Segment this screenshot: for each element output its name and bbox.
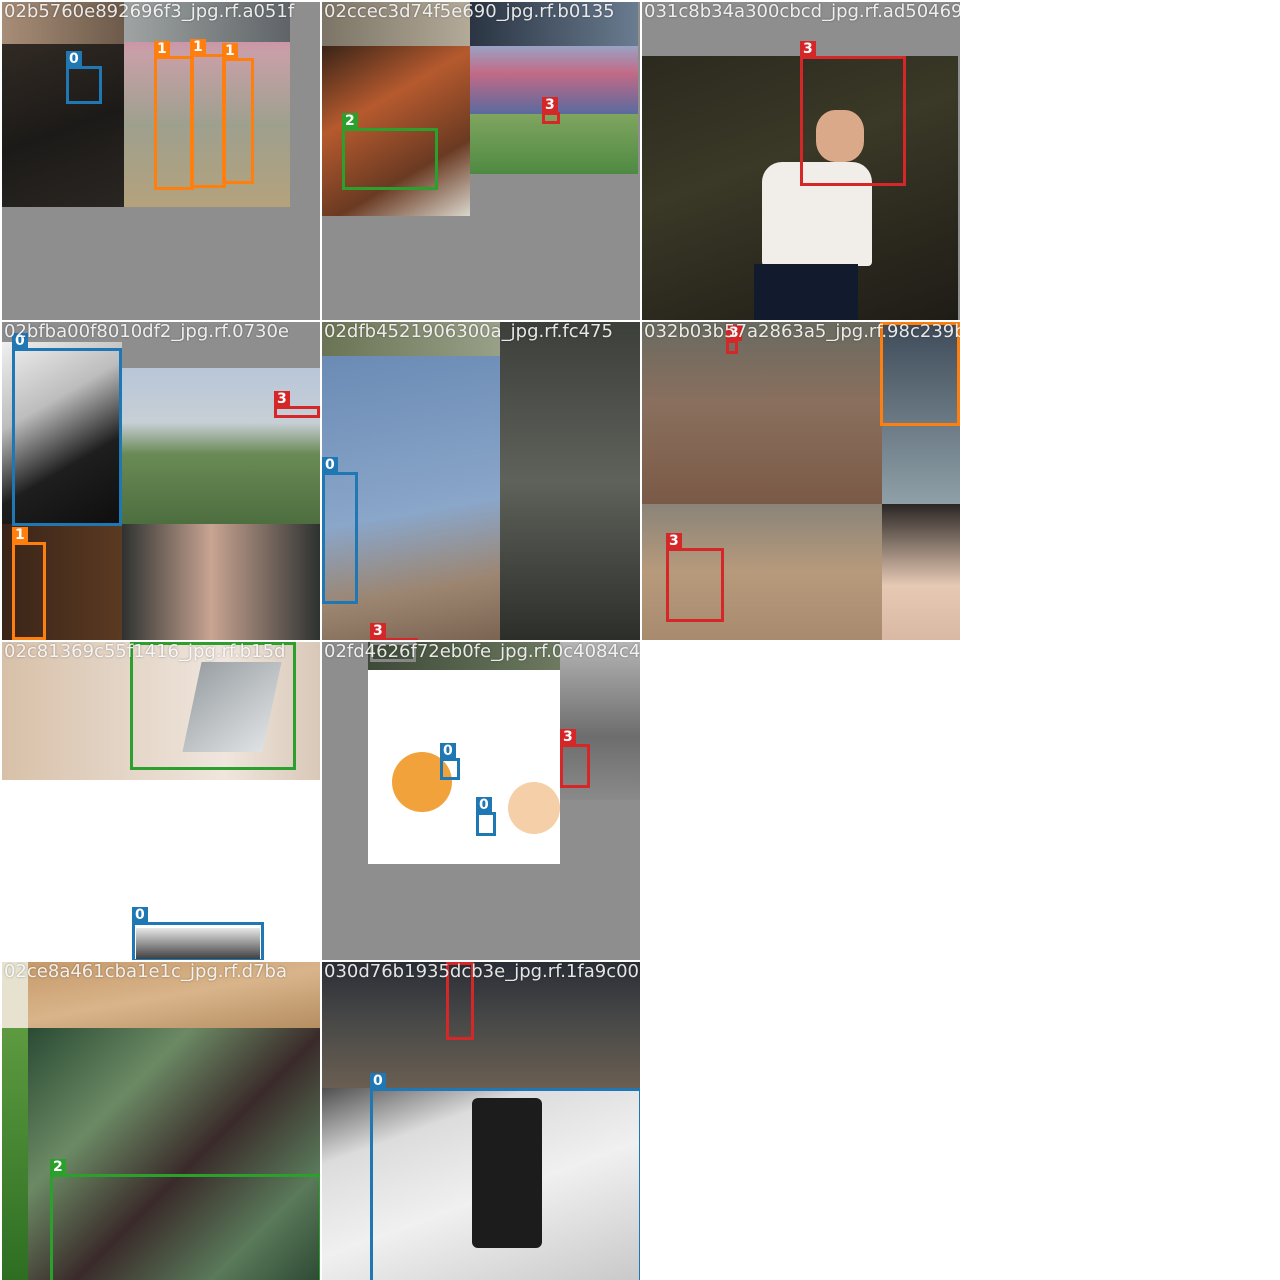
- class-label: 1: [154, 41, 170, 57]
- bounding-box: 3: [800, 41, 906, 186]
- bounding-box: 3: [370, 623, 418, 640]
- bounding-box: 0: [440, 743, 460, 780]
- tile-image: 3 1 3 032b03b57a2863a5_jpg.rf.98c239b5e0…: [642, 322, 960, 640]
- scene-photo: [2, 962, 28, 1028]
- bounding-box: 0: [12, 333, 122, 526]
- class-label: 0: [476, 797, 492, 813]
- class-label: 3: [666, 533, 682, 549]
- class-label: 3: [446, 962, 462, 963]
- tile-image: 0 3 02dfb4521906300a_jpg.rf.fc475: [322, 322, 640, 640]
- class-label: 3: [726, 325, 742, 341]
- class-label: 0: [440, 743, 456, 759]
- bounding-box: 3: [446, 962, 474, 1040]
- bounding-box: 3: [726, 325, 742, 354]
- bounding-box: 1: [222, 43, 254, 184]
- mosaic-grid: 0 1 1 1 02b5760e892696f3_jpg.rf.a051f 2 …: [0, 0, 1280, 1280]
- scene-photo: [2, 2, 124, 44]
- scene-photo: [470, 2, 638, 46]
- scene-photo: [882, 504, 960, 640]
- scene-photo: [500, 322, 640, 640]
- bounding-box: 3: [542, 97, 560, 124]
- bounding-box: 1: [12, 527, 46, 640]
- bounding-box: 2: [342, 113, 438, 190]
- bounding-box: 1: [190, 39, 226, 188]
- tile-image: 3 0 030d76b1935dcb3e_jpg.rf.1fa9c0077972…: [322, 962, 640, 1280]
- tile-image: 2 02ce8a461cba1e1c_jpg.rf.d7ba: [2, 962, 320, 1280]
- class-label: 0: [66, 51, 82, 67]
- person-figure: [754, 264, 858, 320]
- bounding-box: 3: [274, 391, 320, 418]
- class-label: 2: [50, 1159, 66, 1175]
- class-label: 0: [132, 907, 148, 923]
- scene-photo: [124, 2, 290, 42]
- tile-image: 0 3 1 02bfba00f8010df2_jpg.rf.0730e: [2, 322, 320, 640]
- scene-photo: [322, 2, 470, 46]
- bounding-box: 1: [154, 41, 194, 190]
- class-label: 1: [880, 322, 896, 323]
- scene-photo: [122, 368, 320, 524]
- image-filename: 031c8b34a300cbcd_jpg.rf.ad5046956f9707a8: [644, 2, 960, 22]
- bounding-box: 0: [132, 907, 264, 960]
- tile-image: 0 0 3 02fd4626f72eb0fe_jpg.rf.0c4084c468…: [322, 642, 640, 960]
- scene-photo: [642, 322, 882, 504]
- class-label: [370, 642, 376, 643]
- bounding-box: 0: [370, 1073, 640, 1280]
- scene-photo: [322, 962, 640, 1088]
- class-label: 3: [370, 623, 386, 639]
- bounding-box: 3: [666, 533, 724, 622]
- image-filename: 02bfba00f8010df2_jpg.rf.0730e: [4, 322, 289, 342]
- scene-photo: [322, 322, 500, 356]
- class-label: 3: [560, 729, 576, 745]
- class-label: 1: [222, 43, 238, 59]
- class-label: 0: [12, 333, 28, 349]
- bounding-box: 2: [50, 1159, 320, 1280]
- bounding-box: 3: [560, 729, 590, 788]
- scene-photo: [2, 1028, 28, 1280]
- tile-image: 3 031c8b34a300cbcd_jpg.rf.ad5046956f9707…: [642, 2, 960, 320]
- bounding-box: 1: [880, 322, 960, 426]
- class-label: 2: [130, 642, 146, 643]
- tile-image: 2 0 02c81369c55f1416_jpg.rf.b15d: [2, 642, 320, 960]
- bounding-box: [370, 642, 416, 662]
- class-label: 3: [274, 391, 290, 407]
- tile-image: 0 1 1 1 02b5760e892696f3_jpg.rf.a051f: [2, 2, 320, 320]
- bounding-box: 0: [66, 51, 102, 104]
- class-label: 3: [542, 97, 558, 113]
- bounding-box: 2: [130, 642, 296, 770]
- class-label: 1: [12, 527, 28, 543]
- class-label: 0: [370, 1073, 386, 1089]
- cartoon-figure: [508, 782, 560, 834]
- tile-image: 2 3 02ccec3d74f5e690_jpg.rf.b0135: [322, 2, 640, 320]
- class-label: 2: [342, 113, 358, 129]
- scene-photo: [122, 524, 320, 640]
- class-label: 1: [190, 39, 206, 55]
- class-label: 0: [322, 457, 338, 473]
- bounding-box: 0: [476, 797, 496, 836]
- class-label: 3: [800, 41, 816, 57]
- scene-photo: [28, 962, 320, 1028]
- bounding-box: 0: [322, 457, 358, 604]
